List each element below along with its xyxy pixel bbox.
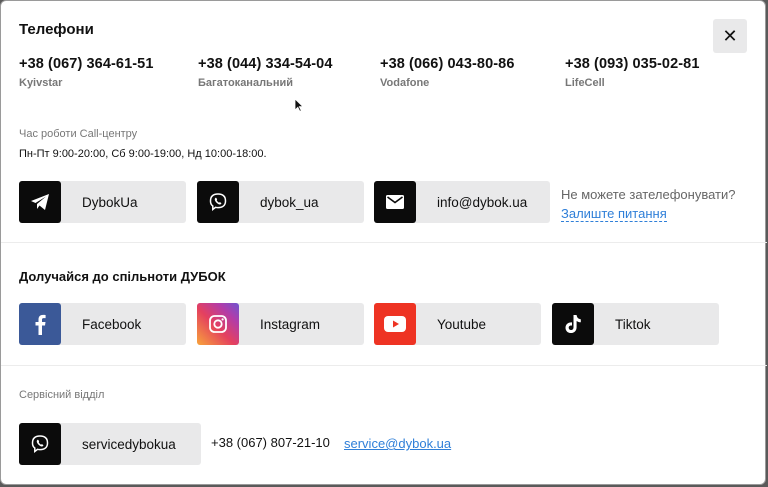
phone-operator: Багатоканальний xyxy=(198,77,293,89)
phone-operator: Vodafone xyxy=(380,77,430,89)
youtube-button[interactable]: Youtube xyxy=(374,303,541,345)
call-center-hours: Пн-Пт 9:00-20:00, Сб 9:00-19:00, Нд 10:0… xyxy=(19,148,267,160)
modal-title: Телефони xyxy=(19,21,94,38)
telegram-label: DybokUa xyxy=(82,194,138,210)
phone-operator: LifeCell xyxy=(565,77,605,89)
phone-multichannel[interactable]: +38 (044) 334-54-04 Багатоканальний xyxy=(198,56,333,89)
telegram-button[interactable]: DybokUa xyxy=(19,181,186,223)
contacts-modal: Телефони ✕ +38 (067) 364-61-51 Kyivstar … xyxy=(0,0,767,485)
phone-operator: Kyivstar xyxy=(19,77,63,89)
phone-kyivstar[interactable]: +38 (067) 364-61-51 Kyivstar xyxy=(19,56,154,89)
telegram-icon xyxy=(19,181,61,223)
tiktok-icon xyxy=(552,303,594,345)
phone-lifecell[interactable]: +38 (093) 035-02-81 LifeCell xyxy=(565,56,700,89)
service-viber-label: servicedybokua xyxy=(82,436,176,452)
service-viber-button[interactable]: servicedybokua xyxy=(19,423,201,465)
service-email-link[interactable]: service@dybok.ua xyxy=(344,436,451,451)
phone-vodafone[interactable]: +38 (066) 043-80-86 Vodafone xyxy=(380,56,515,89)
phone-number: +38 (044) 334-54-04 xyxy=(198,56,333,72)
cant-call-text: Не можете зателефонувати? xyxy=(561,187,736,202)
phone-number: +38 (067) 364-61-51 xyxy=(19,56,154,72)
viber-button[interactable]: dybok_ua xyxy=(197,181,364,223)
instagram-icon xyxy=(197,303,239,345)
email-button[interactable]: info@dybok.ua xyxy=(374,181,550,223)
instagram-label: Instagram xyxy=(260,316,321,332)
facebook-icon xyxy=(19,303,61,345)
mail-icon xyxy=(374,181,416,223)
leave-question-link[interactable]: Залиште питання xyxy=(561,206,667,222)
close-button[interactable]: ✕ xyxy=(713,19,747,53)
mouse-cursor-icon xyxy=(294,98,304,112)
service-label: Сервісний відділ xyxy=(19,389,105,401)
call-center-label: Час роботи Call-центру xyxy=(19,128,138,140)
facebook-label: Facebook xyxy=(82,316,142,332)
community-title: Долучайся до спільноти ДУБОК xyxy=(19,269,226,284)
viber-icon xyxy=(19,423,61,465)
youtube-label: Youtube xyxy=(437,316,487,332)
divider xyxy=(1,365,767,366)
viber-icon xyxy=(197,181,239,223)
facebook-button[interactable]: Facebook xyxy=(19,303,186,345)
phone-number: +38 (093) 035-02-81 xyxy=(565,56,700,72)
close-icon: ✕ xyxy=(722,25,738,46)
divider xyxy=(1,242,767,243)
tiktok-button[interactable]: Tiktok xyxy=(552,303,719,345)
service-phone[interactable]: +38 (067) 807-21-10 xyxy=(211,435,330,450)
viber-label: dybok_ua xyxy=(260,194,319,210)
phone-number: +38 (066) 043-80-86 xyxy=(380,56,515,72)
tiktok-label: Tiktok xyxy=(615,316,651,332)
youtube-icon xyxy=(374,303,416,345)
email-label: info@dybok.ua xyxy=(437,194,528,210)
instagram-button[interactable]: Instagram xyxy=(197,303,364,345)
